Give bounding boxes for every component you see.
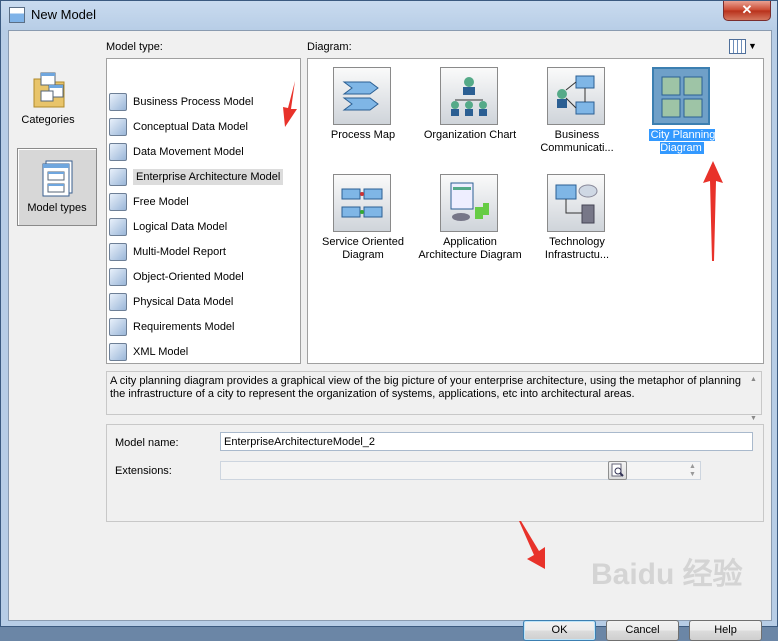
dialog-client: Categories Model types Model type: Busin… — [8, 30, 772, 641]
model-type-item[interactable]: Free Model — [109, 190, 189, 214]
xml-model-icon — [109, 343, 127, 361]
view-mode-button[interactable]: ▼ — [729, 39, 763, 54]
model-type-item[interactable]: Physical Data Model — [109, 290, 233, 314]
close-button[interactable]: ✕ — [723, 1, 771, 21]
model-type-item[interactable]: Requirements Model — [109, 315, 235, 339]
model-type-label-text: Physical Data Model — [133, 296, 234, 308]
diagram-list[interactable]: Process Map Organization Chart Business … — [307, 58, 764, 364]
diagram-caption: City Planning Diagram — [627, 129, 737, 155]
extensions-field[interactable] — [220, 461, 701, 480]
logical-data-icon — [109, 218, 127, 236]
model-type-item[interactable]: Multi-Model Report — [109, 240, 226, 264]
diagram-caption: Business Communicati... — [540, 129, 614, 154]
nav-model-types-label: Model types — [27, 202, 87, 214]
diagram-tile[interactable]: Application Architecture Diagram — [415, 170, 525, 270]
new-model-dialog: New Model ✕ Categories Model types Model… — [0, 0, 778, 641]
application-architecture-icon — [440, 174, 498, 232]
model-name-input[interactable] — [220, 432, 753, 451]
watermark: Baidu 经验 — [591, 558, 743, 591]
model-type-list[interactable]: Business Process Model Conceptual Data M… — [106, 58, 301, 364]
grid-view-icon — [729, 39, 746, 54]
service-oriented-icon — [333, 174, 391, 232]
browse-extensions-button[interactable] — [608, 461, 627, 480]
diagram-caption: Technology Infrastructu... — [544, 236, 610, 261]
multi-model-report-icon — [109, 243, 127, 261]
model-type-item[interactable]: Conceptual Data Model — [109, 115, 248, 139]
red-arrow-annotation — [703, 161, 723, 261]
diagram-caption: Organization Chart — [423, 129, 517, 141]
technology-infrastructure-icon — [547, 174, 605, 232]
model-type-label-text: Free Model — [133, 196, 189, 208]
model-type-label-text: Requirements Model — [133, 321, 235, 333]
diagram-label: Diagram: — [307, 41, 352, 53]
diagram-tile-selected[interactable]: City Planning Diagram — [627, 63, 737, 163]
free-model-icon — [109, 193, 127, 211]
search-icon — [611, 463, 624, 477]
diagram-caption: Service Oriented Diagram — [322, 236, 404, 261]
extensions-label: Extensions: — [115, 465, 172, 477]
ok-button[interactable]: OK — [523, 620, 596, 641]
requirements-icon — [109, 318, 127, 336]
model-types-icon — [42, 160, 73, 197]
diagram-caption-text: City Planning Diagram — [648, 129, 716, 154]
model-type-label-text: Data Movement Model — [133, 146, 244, 158]
model-type-label-text: Multi-Model Report — [133, 246, 226, 258]
description-text: A city planning diagram provides a graph… — [110, 375, 742, 400]
process-map-icon — [333, 67, 391, 125]
nav-model-types[interactable]: Model types — [17, 148, 97, 226]
diagram-tile[interactable]: Organization Chart — [415, 63, 525, 163]
diagram-tile[interactable]: Service Oriented Diagram — [308, 170, 418, 270]
help-button[interactable]: Help — [689, 620, 762, 641]
model-type-label-text: Enterprise Architecture Model — [133, 169, 284, 185]
description-box: A city planning diagram provides a graph… — [106, 371, 762, 422]
conceptual-data-icon — [109, 118, 127, 136]
city-planning-icon — [652, 67, 710, 125]
diagram-caption: Application Architecture Diagram — [418, 236, 522, 261]
model-type-label-text: Conceptual Data Model — [133, 121, 248, 133]
diagram-tile[interactable]: Business Communicati... — [522, 63, 632, 163]
model-type-label-text: Logical Data Model — [133, 221, 228, 233]
nav-categories[interactable]: Categories — [9, 61, 87, 137]
diagram-tile[interactable]: Technology Infrastructu... — [522, 170, 632, 270]
model-type-item[interactable]: Logical Data Model — [109, 215, 227, 239]
title-bar: New Model ✕ — [1, 1, 777, 29]
object-oriented-icon — [109, 268, 127, 286]
organization-chart-icon — [440, 67, 498, 125]
extensions-spinner[interactable]: ▲ ▼ — [689, 463, 696, 479]
diagram-tile[interactable]: Process Map — [308, 63, 418, 163]
enterprise-architecture-icon — [109, 168, 127, 186]
diagram-caption: Process Map — [330, 129, 396, 141]
description-scrollbar[interactable]: ▲ ▼ — [747, 373, 760, 422]
data-movement-icon — [109, 143, 127, 161]
model-type-item-selected[interactable]: Enterprise Architecture Model — [109, 165, 284, 189]
model-name-label: Model name: — [115, 437, 179, 449]
business-process-icon — [109, 93, 127, 111]
model-type-label-text: Business Process Model — [133, 96, 254, 108]
physical-data-icon — [109, 293, 127, 311]
nav-categories-label: Categories — [21, 114, 75, 126]
business-communication-icon — [547, 67, 605, 125]
categories-icon — [33, 72, 65, 108]
model-type-label-text: XML Model — [133, 346, 189, 358]
model-type-label-text: Object-Oriented Model — [133, 271, 244, 283]
model-type-item[interactable]: Business Process Model — [109, 90, 253, 114]
red-arrow-annotation — [283, 81, 297, 127]
model-type-item[interactable]: Object-Oriented Model — [109, 265, 244, 289]
cancel-button[interactable]: Cancel — [606, 620, 679, 641]
model-type-item[interactable]: Data Movement Model — [109, 140, 244, 164]
red-arrow-annotation — [519, 521, 545, 569]
model-type-label: Model type: — [106, 41, 163, 53]
chevron-down-icon: ▼ — [748, 41, 757, 51]
model-type-item[interactable]: XML Model — [109, 340, 188, 364]
app-icon — [9, 7, 25, 23]
window-title: New Model — [31, 7, 97, 22]
